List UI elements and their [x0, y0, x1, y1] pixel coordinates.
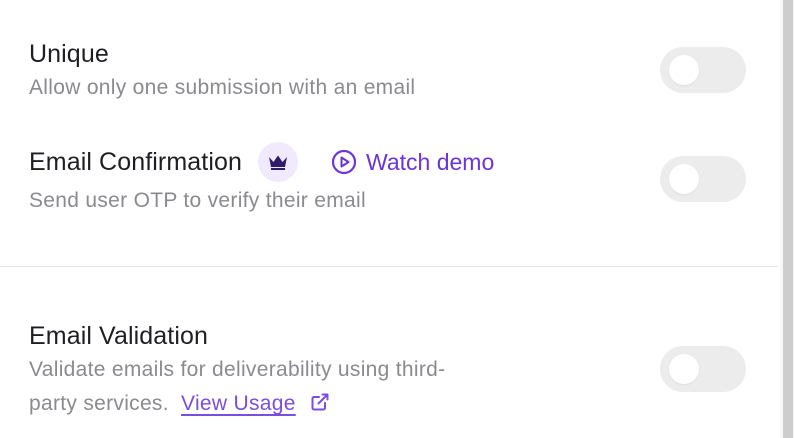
- email-validation-description-line1: Validate emails for deliverability using…: [29, 358, 446, 381]
- settings-panel: Unique Allow only one submission with an…: [0, 0, 780, 438]
- premium-badge: [257, 142, 298, 182]
- setting-title-row: Email Confirmation Watch demo: [29, 142, 750, 182]
- unique-description: Allow only one submission with an email: [29, 76, 416, 99]
- setting-email-validation: Email Validation Validate emails for del…: [29, 319, 750, 421]
- scrollbar-thumb[interactable]: [783, 0, 793, 438]
- email-confirmation-toggle[interactable]: [660, 156, 746, 202]
- email-validation-description-line2: party services.: [29, 392, 169, 415]
- email-validation-description-line2-row: party services. View Usage: [29, 387, 750, 421]
- setting-title-row: Email Validation: [29, 319, 750, 353]
- toggle-knob: [669, 55, 699, 85]
- view-usage-link[interactable]: View Usage: [181, 392, 296, 415]
- play-circle-icon: [331, 149, 357, 175]
- unique-title: Unique: [29, 40, 109, 68]
- section-divider: [0, 266, 778, 267]
- external-link-icon[interactable]: [310, 392, 330, 412]
- crown-icon: [268, 155, 287, 170]
- setting-email-confirmation: Email Confirmation Watch demo Send user …: [29, 142, 750, 218]
- unique-toggle[interactable]: [660, 47, 746, 93]
- email-validation-title: Email Validation: [29, 322, 209, 350]
- toggle-knob: [669, 354, 699, 384]
- setting-unique: Unique Allow only one submission with an…: [29, 37, 750, 105]
- watch-demo-link[interactable]: Watch demo: [331, 149, 494, 176]
- scrollbar-track[interactable]: [780, 0, 794, 438]
- email-validation-toggle[interactable]: [660, 346, 746, 392]
- toggle-knob: [669, 164, 699, 194]
- email-confirmation-title: Email Confirmation: [29, 148, 242, 176]
- watch-demo-label: Watch demo: [365, 148, 495, 175]
- email-confirmation-description: Send user OTP to verify their email: [29, 189, 366, 212]
- setting-title-row: Unique: [29, 37, 750, 71]
